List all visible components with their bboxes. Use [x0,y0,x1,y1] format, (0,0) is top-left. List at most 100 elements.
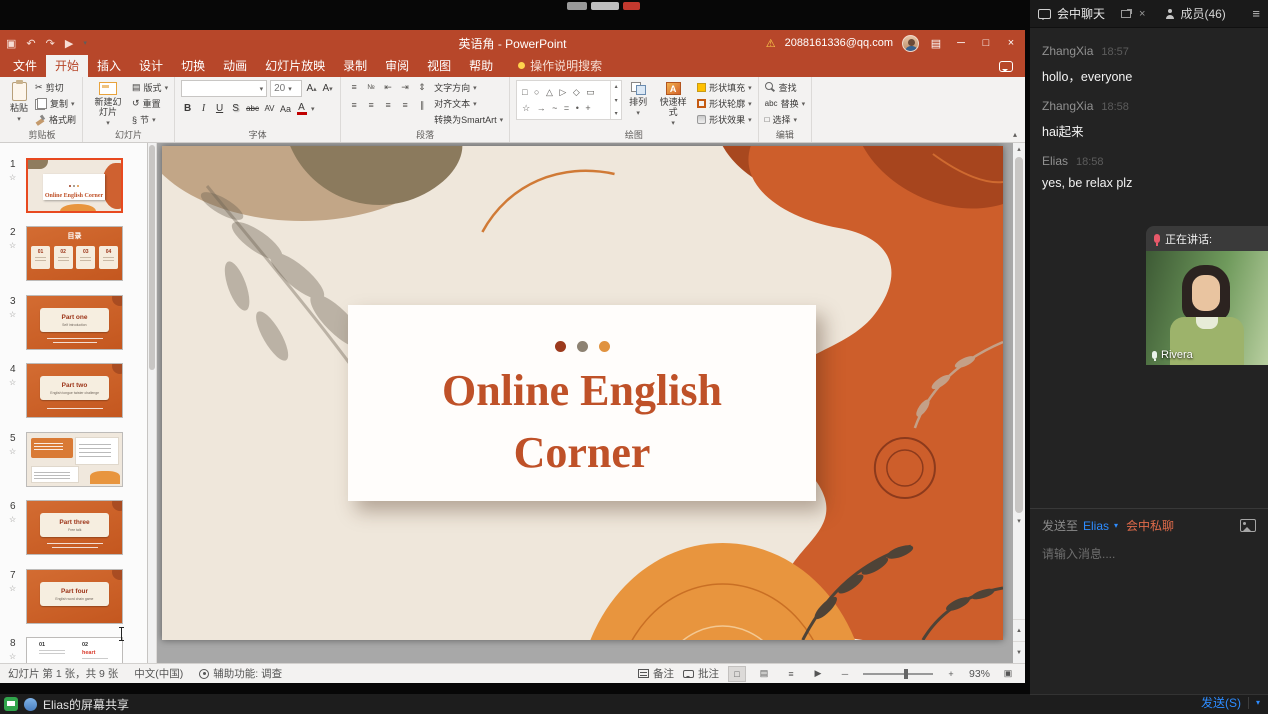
speaker-video-tile[interactable]: Rivera [1146,251,1268,365]
reset-button[interactable]: ↺重置 [132,96,168,111]
new-slide-button[interactable]: 新建幻灯片 ▾ [89,80,127,131]
align-right-button[interactable]: ≡ [381,98,395,112]
shape-fill-button[interactable]: 形状填充▾ [697,80,752,95]
thumbnail-scrollbar[interactable] [148,143,157,663]
arrange-button[interactable]: 排列 ▾ [627,80,649,121]
undo-icon[interactable]: ↶ [26,37,35,50]
tab-help[interactable]: 帮助 [460,55,502,77]
justify-button[interactable]: ≡ [398,98,412,112]
tab-transitions[interactable]: 切换 [172,55,214,77]
tab-review[interactable]: 审阅 [376,55,418,77]
tab-animations[interactable]: 动画 [214,55,256,77]
columns-button[interactable]: ∥ [415,98,429,112]
send-button[interactable]: 发送(S) [1201,694,1241,711]
restore-button[interactable]: □ [978,37,994,49]
save-icon[interactable]: ▣ [6,37,16,50]
slide-sorter-view-button[interactable]: ▤ [755,666,773,682]
scroll-down-icon[interactable]: ▾ [1013,517,1025,525]
slide-thumbnail-1[interactable]: 1 ☆ Online English Corner [0,158,148,216]
comments-icon[interactable] [999,61,1013,72]
next-slide-button[interactable]: ▼ [1013,641,1025,663]
tab-design[interactable]: 设计 [130,55,172,77]
text-shadow-button[interactable]: S [229,101,242,116]
slide-thumbnail-4[interactable]: 4 ☆ Part two English tongue twister chal… [0,363,148,421]
background-window-tab[interactable] [623,2,640,10]
tab-view[interactable]: 视图 [418,55,460,77]
numbering-button[interactable]: № [364,80,378,94]
slide-title-card[interactable]: Online English Corner [348,305,816,501]
popout-icon[interactable] [1121,10,1131,18]
line-spacing-button[interactable]: ⇕ [415,80,429,94]
slide-thumbnail-3[interactable]: 3 ☆ Part one Self introduction [0,295,148,353]
change-case-button[interactable]: Aa [279,101,292,116]
language-indicator[interactable]: 中文(中国) [134,666,183,681]
underline-button[interactable]: U [213,101,226,116]
replace-button[interactable]: abc替换▾ [765,96,805,111]
scroll-up-icon[interactable]: ▴ [1013,145,1025,153]
increase-indent-button[interactable]: ⇥ [398,80,412,94]
tab-slideshow[interactable]: 幻灯片放映 [256,55,334,77]
zoom-slider[interactable] [863,673,933,675]
zoom-out-button[interactable]: ─ [836,666,854,682]
recipient-selector[interactable]: Elias [1083,519,1109,533]
start-slideshow-icon[interactable]: ▶ [65,37,73,50]
slide-thumbnail-2[interactable]: 2 ☆ 目录 01 02 03 04 [0,226,148,284]
background-window-tab[interactable] [567,2,587,10]
comments-button[interactable]: 批注 [683,666,719,681]
bold-button[interactable]: B [181,101,194,116]
slide-thumbnail-7[interactable]: 7 ☆ Part four English word chain game [0,569,148,627]
slide-thumbnail-6[interactable]: 6 ☆ Part three Free talk [0,500,148,558]
shape-outline-button[interactable]: 形状轮廓▾ [697,96,752,111]
thumbnail-scrollbar-thumb[interactable] [149,145,155,370]
quick-styles-button[interactable]: A 快速样式 ▾ [654,80,692,131]
convert-smartart-button[interactable]: 转换为SmartArt▾ [434,112,503,127]
zoom-slider-thumb[interactable] [904,669,908,679]
normal-view-button[interactable]: □ [728,666,746,682]
align-left-button[interactable]: ≡ [347,98,361,112]
account-avatar[interactable] [902,35,919,52]
message-input[interactable]: 请输入消息.... [1042,545,1256,562]
font-color-button[interactable]: A [295,101,308,116]
shrink-font-button[interactable]: A▾ [321,81,334,96]
account-email[interactable]: 2088161336@qq.com [785,37,893,49]
fit-to-window-icon[interactable]: ▣ [999,666,1017,682]
screen-share-icon[interactable] [4,697,18,711]
italic-button[interactable]: I [197,101,210,116]
tab-record[interactable]: 录制 [334,55,376,77]
font-name-combo[interactable]: ▾ [181,80,267,97]
members-button[interactable]: 成员(46) [1165,5,1225,22]
align-center-button[interactable]: ≡ [364,98,378,112]
section-button[interactable]: §节▾ [132,112,168,127]
zoom-in-button[interactable]: + [942,666,960,682]
shape-effects-button[interactable]: 形状效果▾ [697,112,752,127]
accessibility-checker[interactable]: 辅助功能: 调查 [199,666,282,681]
notes-button[interactable]: 备注 [638,666,674,681]
shapes-gallery[interactable]: □ ○ △ ▷ ◇ ▭ ☆ → ~ = • + ▴ ▾ ▾ [516,80,622,120]
slide-editor[interactable]: Online English Corner [162,146,1003,640]
paste-button[interactable]: 粘贴 ▾ [8,80,30,127]
tab-file[interactable]: 文件 [4,55,46,77]
tell-me-search[interactable]: 操作说明搜索 [518,57,602,77]
slide-canvas[interactable]: Online English Corner [157,143,1013,663]
grow-font-button[interactable]: A▴ [305,81,318,96]
send-options-icon[interactable]: ▾ [1256,698,1260,707]
close-chat-icon[interactable]: × [1139,8,1145,20]
find-button[interactable]: 查找 [765,80,805,95]
zoom-level[interactable]: 93% [969,668,990,680]
bullets-button[interactable]: ≡ [347,80,361,94]
minimize-button[interactable]: ─ [953,37,969,49]
ribbon-display-options-icon[interactable]: ▤ [928,37,944,50]
slideshow-view-button[interactable]: ▶ [809,666,827,682]
reading-view-button[interactable]: ≡ [782,666,800,682]
decrease-indent-button[interactable]: ⇤ [381,80,395,94]
character-spacing-button[interactable]: AV [263,101,276,116]
format-painter-button[interactable]: 格式刷 [35,112,76,127]
font-color-caret[interactable]: ▾ [311,105,315,113]
text-direction-button[interactable]: 文字方向▾ [434,80,503,95]
redo-icon[interactable]: ↷ [46,37,55,50]
slide-thumbnail-5[interactable]: 5 ☆ [0,432,148,490]
shapes-gallery-scroll[interactable]: ▴ ▾ ▾ [610,81,621,119]
tab-insert[interactable]: 插入 [88,55,130,77]
send-image-button[interactable] [1240,519,1256,532]
font-size-combo[interactable]: 20▾ [270,80,302,97]
